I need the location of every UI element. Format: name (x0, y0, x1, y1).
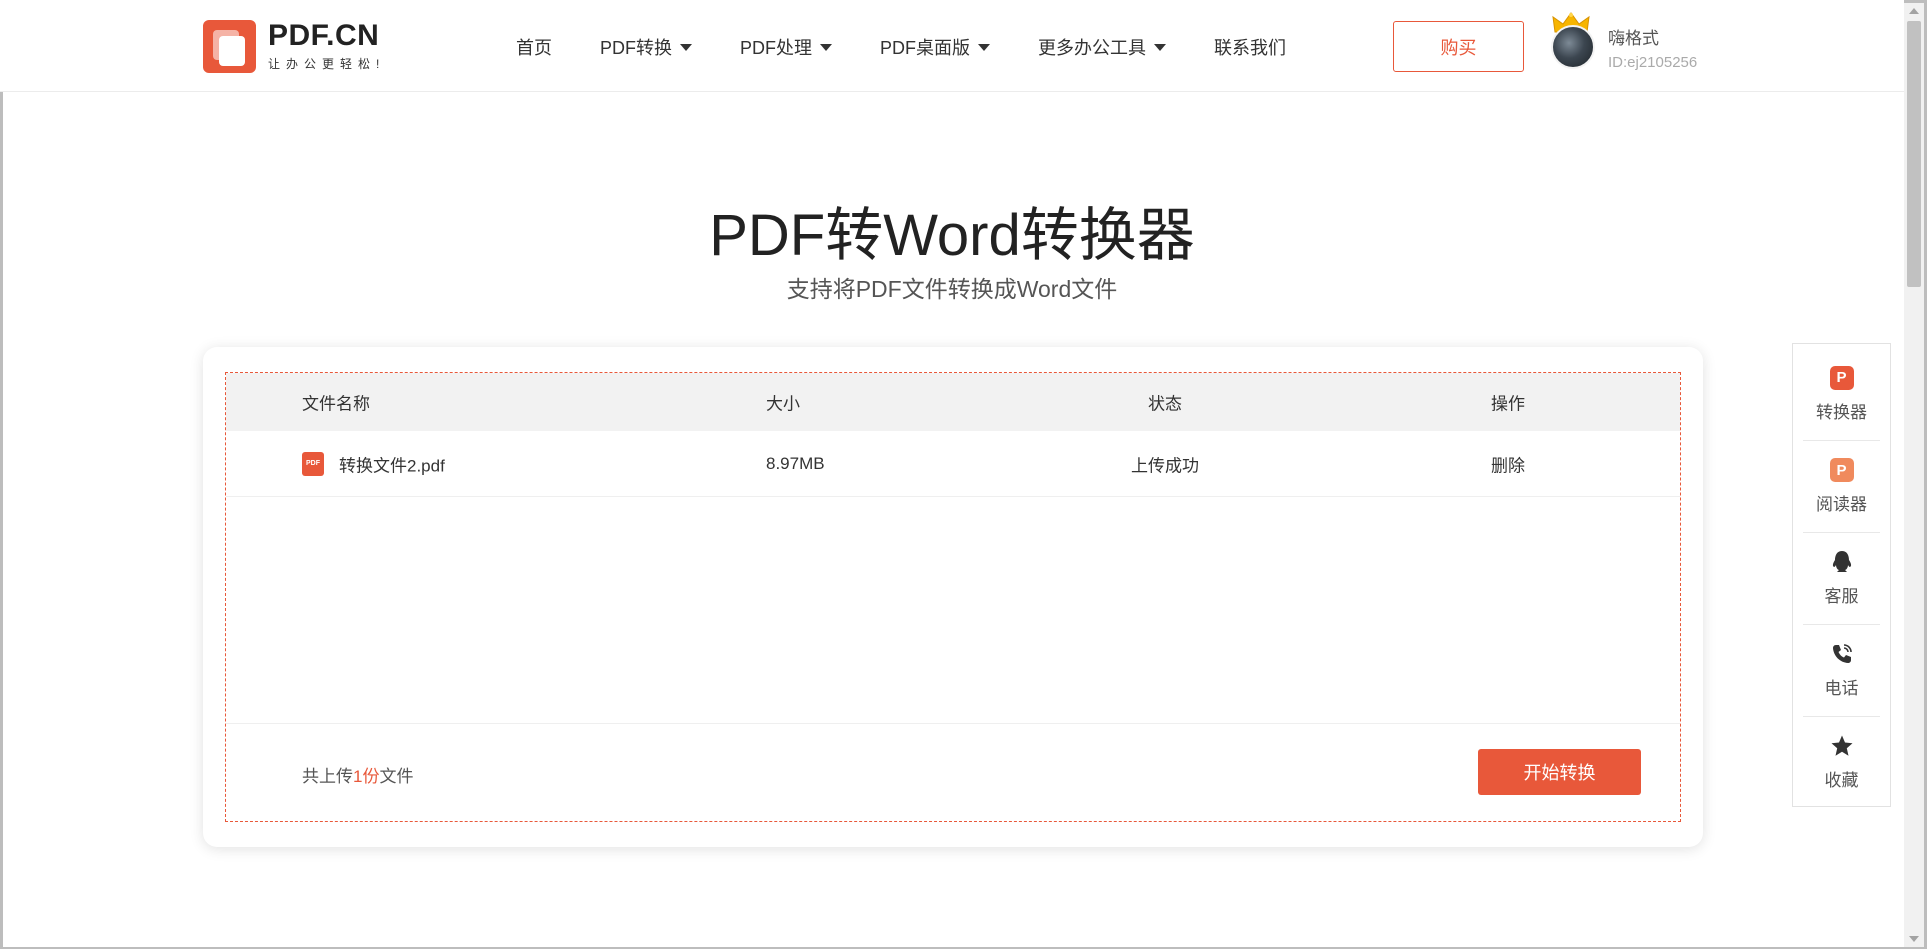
nav-item-pdf-convert[interactable]: PDF转换 (600, 34, 692, 60)
buy-button[interactable]: 购买 (1393, 21, 1524, 72)
sidebar-item-label: 客服 (1824, 587, 1859, 606)
reader-icon: P (1829, 458, 1854, 482)
float-sidebar: P 转换器 P 阅读器 客服 电话 收藏 (1792, 343, 1891, 807)
file-status: 上传成功 (1131, 456, 1199, 475)
converter-icon: P (1829, 365, 1854, 390)
sidebar-item-phone[interactable]: 电话 (1803, 624, 1880, 716)
sidebar-item-label: 电话 (1824, 679, 1859, 698)
sidebar-item-label: 转换器 (1816, 402, 1867, 422)
page-title: PDF转Word转换器 (709, 203, 1195, 268)
count-prefix: 共上传 (302, 767, 353, 786)
nav-item-contact[interactable]: 联系我们 (1214, 34, 1286, 60)
main-nav: 首页 PDF转换 PDF处理 PDF桌面版 更多办公工具 联系我们 (516, 34, 1334, 60)
scroll-thumb[interactable] (1907, 21, 1921, 287)
user-profile[interactable]: 嗨格式 ID:ej2105256 (1548, 12, 1697, 72)
nav-item-more-tools[interactable]: 更多办公工具 (1038, 34, 1166, 60)
logo-slogan: 让办公更轻松! (268, 57, 386, 71)
table-footer: 共上传1份文件 开始转换 (226, 723, 1680, 823)
caret-down-icon (680, 43, 692, 51)
table-header: 文件名称 大小 状态 操作 (226, 373, 1680, 431)
pdf-file-icon: PDF (302, 451, 324, 476)
nav-label: PDF转换 (600, 38, 672, 58)
user-id: ID:ej2105256 (1608, 53, 1698, 71)
sidebar-item-label: 阅读器 (1816, 495, 1867, 514)
sidebar-item-label: 收藏 (1824, 771, 1859, 790)
table-row: PDF 转换文件2.pdf 8.97MB 上传成功 删除 (226, 431, 1680, 497)
nav-label: PDF桌面版 (880, 38, 970, 58)
logo-title: PDF.CN (268, 19, 380, 52)
page-subtitle: 支持将PDF文件转换成Word文件 (786, 276, 1118, 302)
upload-count: 共上传1份文件 (302, 762, 413, 787)
sidebar-item-reader[interactable]: P 阅读器 (1803, 440, 1880, 532)
sidebar-item-favorite[interactable]: 收藏 (1803, 716, 1880, 808)
nav-item-home[interactable]: 首页 (516, 34, 552, 60)
nav-label: 首页 (516, 38, 552, 58)
phone-icon (1830, 642, 1854, 666)
sidebar-item-service[interactable]: 客服 (1803, 532, 1880, 624)
top-header: PDF.CN 让办公更轻松! 首页 PDF转换 PDF处理 PDF桌面版 更多办… (0, 0, 1904, 92)
scroll-down-icon[interactable] (1909, 936, 1919, 942)
qq-icon (1830, 550, 1854, 574)
caret-down-icon (978, 43, 990, 51)
caret-down-icon (820, 43, 832, 51)
sidebar-item-converter[interactable]: P 转换器 (1803, 348, 1880, 440)
page-scrollbar[interactable] (1904, 3, 1924, 947)
col-header-status: 状态 (1148, 394, 1182, 414)
count-suffix: 文件 (379, 767, 414, 786)
delete-button[interactable]: 删除 (1491, 451, 1525, 476)
nav-label: 联系我们 (1214, 38, 1286, 58)
col-header-size: 大小 (766, 394, 800, 414)
nav-label: PDF处理 (740, 38, 812, 58)
logo-icon (203, 20, 256, 73)
upload-card: 文件名称 大小 状态 操作 PDF 转换文件2.pdf 8.97MB 上传成功 … (203, 347, 1703, 847)
star-icon (1830, 734, 1854, 758)
site-logo[interactable]: PDF.CN 让办公更轻松! (203, 20, 385, 73)
count-value: 1份 (353, 767, 380, 786)
avatar (1551, 25, 1595, 69)
file-size: 8.97MB (766, 453, 825, 473)
col-header-name: 文件名称 (302, 394, 370, 414)
file-name: 转换文件2.pdf (339, 456, 445, 475)
drop-zone[interactable]: 文件名称 大小 状态 操作 PDF 转换文件2.pdf 8.97MB 上传成功 … (225, 372, 1681, 822)
nav-label: 更多办公工具 (1038, 38, 1146, 58)
user-name: 嗨格式 (1608, 28, 1659, 48)
col-header-op: 操作 (1491, 394, 1525, 414)
nav-item-pdf-process[interactable]: PDF处理 (740, 34, 832, 60)
caret-down-icon (1154, 43, 1166, 51)
scroll-up-icon[interactable] (1909, 8, 1919, 14)
nav-item-pdf-desktop[interactable]: PDF桌面版 (880, 34, 990, 60)
start-convert-button[interactable]: 开始转换 (1478, 749, 1641, 795)
